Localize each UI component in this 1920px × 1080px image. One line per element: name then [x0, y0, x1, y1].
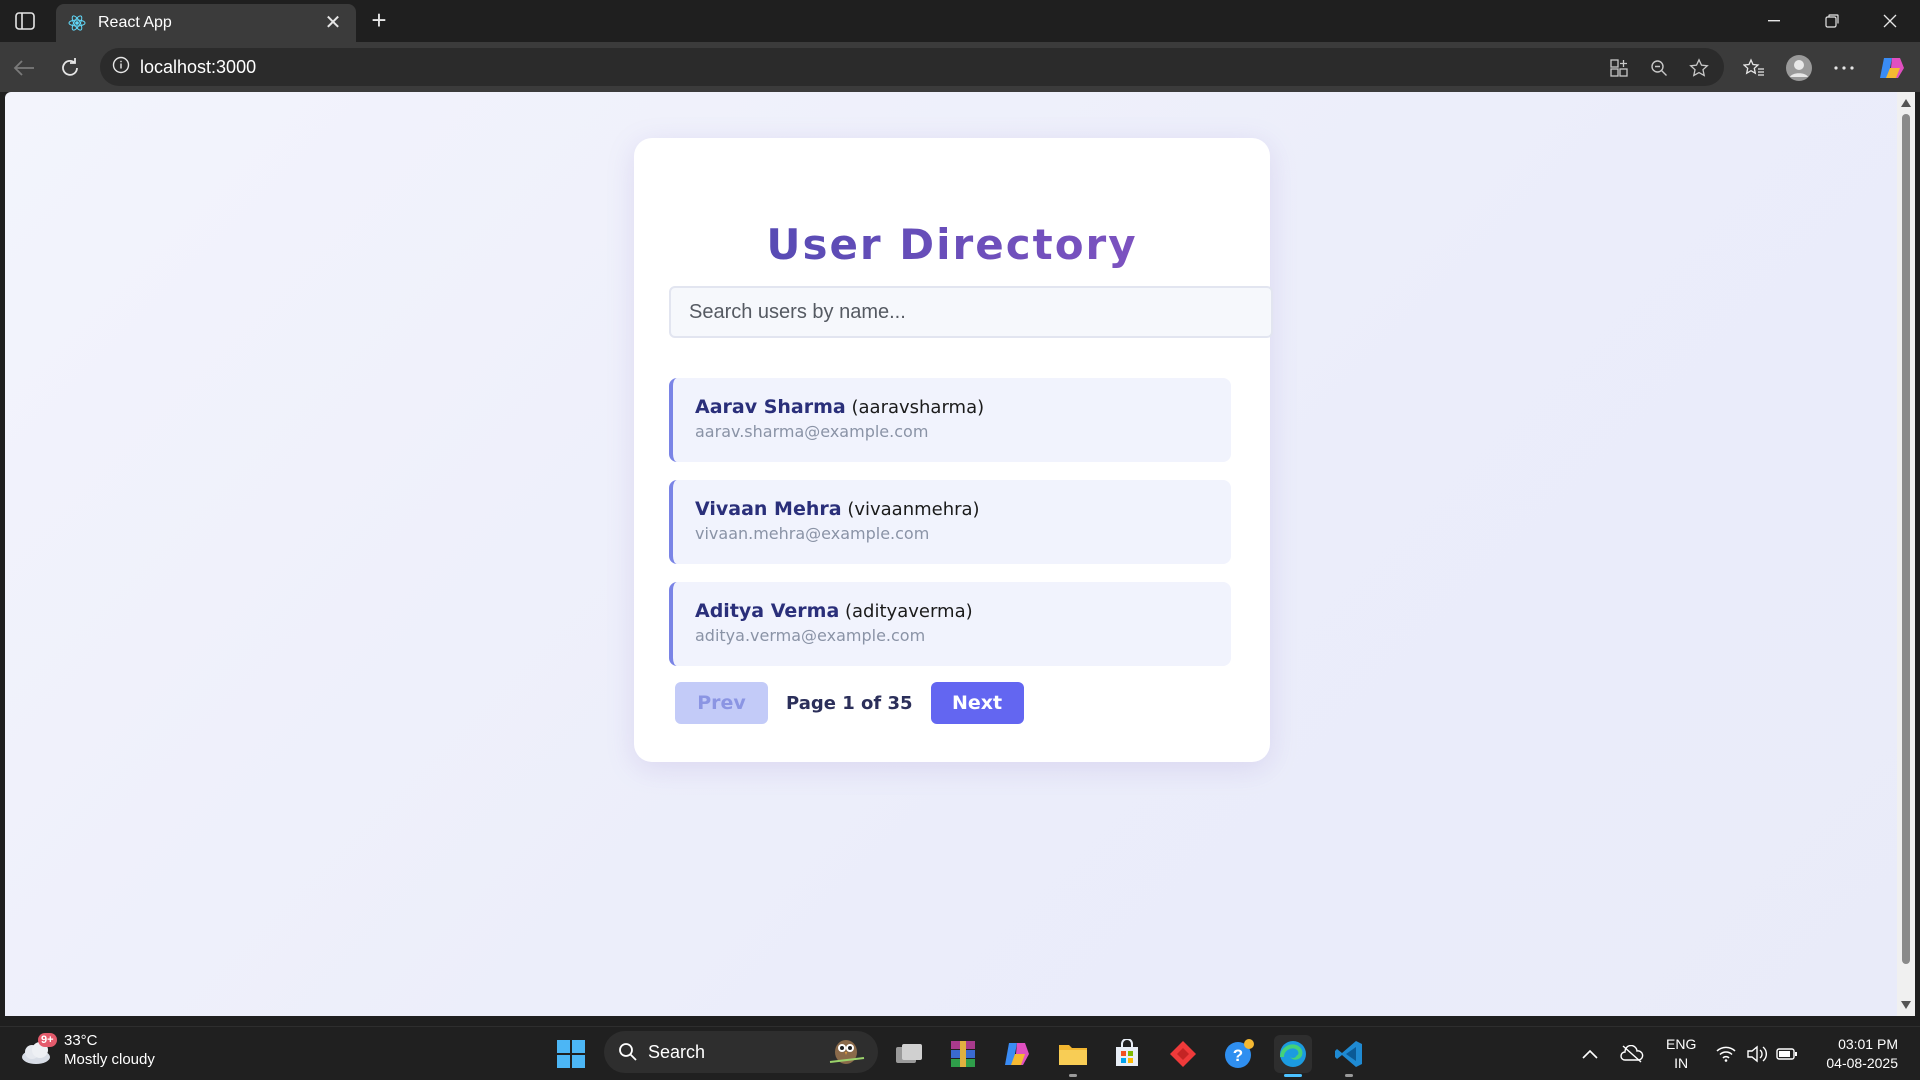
- taskbar: 9+ 33°C Mostly cloudy Search ? ENG IN 03…: [0, 1026, 1920, 1080]
- owl-search-highlight-icon: [826, 1034, 868, 1071]
- svg-text:?: ?: [1233, 1046, 1243, 1065]
- star-icon[interactable]: [1688, 57, 1710, 79]
- user-card[interactable]: Aarav Sharma (aaravsharma) aarav.sharma@…: [669, 378, 1231, 462]
- user-username: (aaravsharma): [851, 397, 985, 418]
- pagination: Prev Page 1 of 35 Next: [675, 682, 1024, 724]
- user-username: (adityaverma): [845, 601, 973, 622]
- browser-toolbar: localhost:3000: [0, 42, 1920, 92]
- windows-start-icon[interactable]: [552, 1035, 590, 1073]
- new-tab-icon[interactable]: +: [364, 7, 394, 35]
- tab-actions-icon[interactable]: [10, 8, 40, 34]
- user-username: (vivaanmehra): [847, 499, 980, 520]
- taskbar-search[interactable]: Search: [604, 1031, 878, 1073]
- close-tab-icon[interactable]: ✕: [322, 13, 344, 33]
- weather-badge: 9+: [38, 1033, 57, 1047]
- weather-temp: 33°C: [64, 1032, 98, 1049]
- close-window-icon[interactable]: [1868, 8, 1912, 34]
- weather-widget[interactable]: 9+ 33°C Mostly cloudy: [18, 1031, 155, 1069]
- user-name: Aditya Verma: [695, 600, 840, 622]
- user-list: Aarav Sharma (aaravsharma) aarav.sharma@…: [669, 378, 1231, 684]
- microsoft-store-icon[interactable]: [1108, 1035, 1146, 1073]
- user-email: vivaan.mehra@example.com: [695, 524, 930, 543]
- app-available-icon[interactable]: [1608, 57, 1630, 79]
- show-hidden-icons-icon[interactable]: [1582, 1027, 1598, 1080]
- user-name: Aarav Sharma: [695, 396, 846, 418]
- url-text: localhost:3000: [140, 56, 257, 77]
- user-name: Vivaan Mehra: [695, 498, 842, 520]
- browser-titlebar: React App ✕ +: [0, 0, 1920, 42]
- prev-button[interactable]: Prev: [675, 682, 768, 724]
- search-icon: [619, 1043, 637, 1061]
- scroll-up-icon[interactable]: [1900, 98, 1912, 108]
- scroll-thumb[interactable]: [1902, 114, 1910, 964]
- weather-condition: Mostly cloudy: [64, 1051, 155, 1068]
- user-email: aditya.verma@example.com: [695, 626, 926, 645]
- onedrive-offline-icon[interactable]: [1620, 1027, 1644, 1080]
- edge-icon[interactable]: [1274, 1035, 1312, 1077]
- language-indicator[interactable]: ENG IN: [1666, 1035, 1696, 1073]
- wifi-icon[interactable]: [1716, 1027, 1736, 1080]
- page-info: Page 1 of 35: [786, 692, 913, 714]
- task-view-icon[interactable]: [890, 1035, 928, 1073]
- favorites-icon[interactable]: [1740, 54, 1768, 82]
- tab-title: React App: [98, 14, 172, 31]
- copilot-icon[interactable]: [1878, 54, 1906, 82]
- user-card[interactable]: Vivaan Mehra (vivaanmehra) vivaan.mehra@…: [669, 480, 1231, 564]
- user-email: aarav.sharma@example.com: [695, 422, 929, 441]
- file-explorer-icon[interactable]: [1054, 1035, 1092, 1077]
- page-title: User Directory: [634, 220, 1270, 269]
- user-directory-card: User Directory Aarav Sharma (aaravsharma…: [634, 138, 1273, 762]
- volume-icon[interactable]: [1746, 1027, 1768, 1080]
- more-options-icon[interactable]: [1830, 54, 1858, 82]
- page-viewport: User Directory Aarav Sharma (aaravsharma…: [5, 92, 1897, 1016]
- refresh-icon[interactable]: [54, 52, 86, 84]
- cloud-icon: 9+: [18, 1031, 57, 1069]
- anydesk-icon[interactable]: [1164, 1035, 1202, 1073]
- minimize-icon[interactable]: [1752, 8, 1796, 34]
- info-icon[interactable]: [112, 56, 130, 79]
- system-clock[interactable]: 03:01 PM 04-08-2025: [1808, 1035, 1898, 1073]
- taskbar-search-label: Search: [648, 1041, 706, 1062]
- next-button[interactable]: Next: [930, 682, 1024, 724]
- winrar-icon[interactable]: [944, 1035, 982, 1073]
- get-help-icon[interactable]: ?: [1220, 1035, 1258, 1073]
- copilot-app-icon[interactable]: [998, 1035, 1036, 1073]
- react-favicon-icon: [68, 14, 86, 32]
- search-input[interactable]: [669, 286, 1273, 338]
- scroll-down-icon[interactable]: [1900, 1000, 1912, 1010]
- battery-icon[interactable]: [1776, 1027, 1798, 1080]
- address-bar[interactable]: localhost:3000: [100, 48, 1724, 86]
- scrollbar[interactable]: [1897, 92, 1915, 1016]
- zoom-icon[interactable]: [1648, 57, 1670, 79]
- back-icon[interactable]: [8, 52, 40, 84]
- profile-icon[interactable]: [1785, 54, 1813, 82]
- vscode-icon[interactable]: [1330, 1035, 1368, 1077]
- restore-icon[interactable]: [1810, 8, 1854, 34]
- user-card[interactable]: Aditya Verma (adityaverma) aditya.verma@…: [669, 582, 1231, 666]
- browser-tab-active[interactable]: React App ✕: [56, 4, 356, 42]
